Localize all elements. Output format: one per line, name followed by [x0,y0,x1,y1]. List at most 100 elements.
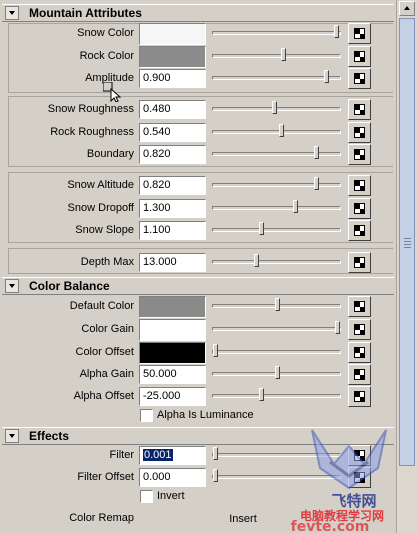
mouse-cursor-icon [103,82,121,102]
slider-thumb[interactable] [313,177,319,190]
filter-offset-field[interactable]: 0.000 [139,468,206,487]
amplitude-row: Amplitude 0.900 [0,68,396,90]
slider-thumb[interactable] [258,388,264,401]
alpha-is-luminance-checkbox[interactable] [140,409,153,422]
watermark-line1: 飞特网 [331,492,376,510]
boundary-map-button[interactable] [348,144,371,165]
snow-roughness-map-button[interactable] [348,99,371,120]
snow-dropoff-map-button[interactable] [348,198,371,219]
invert-checkbox[interactable] [140,490,153,503]
default-color-slider[interactable] [212,298,341,311]
snow-roughness-label: Snow Roughness [47,103,134,115]
invert-label[interactable]: Invert [157,490,185,502]
snow-altitude-slider[interactable] [212,177,341,190]
amplitude-slider[interactable] [212,70,341,83]
checker-map-icon [354,127,365,138]
slider-thumb[interactable] [213,344,218,357]
amplitude-map-button[interactable] [348,68,371,89]
site-watermark-logo: 飞特网 电脑教程学习网 fevte.com [291,429,387,532]
slider-thumb[interactable] [253,254,259,267]
slider-thumb[interactable] [274,298,280,311]
filter-field[interactable]: 0.001 [139,446,206,465]
slider-thumb[interactable] [280,48,286,61]
rock-roughness-slider[interactable] [212,124,341,137]
slider-thumb[interactable] [274,366,280,379]
rock-roughness-map-button[interactable] [348,122,371,143]
color-gain-map-button[interactable] [348,319,371,340]
color-gain-slider[interactable] [212,321,341,334]
default-color-swatch[interactable] [139,296,206,318]
depth-max-map-button[interactable] [348,252,371,273]
watermark-line3: fevte.com [291,519,370,532]
snow-slope-field[interactable]: 1.100 [139,221,206,240]
snow-altitude-field[interactable]: 0.820 [139,176,206,195]
alpha-offset-map-button[interactable] [348,386,371,407]
color-offset-swatch[interactable] [139,342,206,364]
slider-thumb[interactable] [334,321,340,334]
depth-max-slider[interactable] [212,254,341,267]
checker-map-icon [354,225,365,236]
snow-dropoff-slider[interactable] [212,200,341,213]
snow-slope-slider[interactable] [212,222,341,235]
default-color-map-button[interactable] [348,296,371,317]
rock-roughness-field[interactable]: 0.540 [139,123,206,142]
default-color-label: Default Color [69,300,134,312]
snow-altitude-map-button[interactable] [348,175,371,196]
color-gain-label: Color Gain [81,323,134,335]
rock-color-slider[interactable] [212,48,341,61]
scroll-up-arrow-icon[interactable] [399,1,415,16]
slider-thumb[interactable] [279,124,285,137]
collapse-arrow-icon[interactable] [5,429,19,443]
checker-map-icon [354,51,365,62]
checker-map-icon [354,347,365,358]
boundary-row: Boundary 0.820 [0,144,396,166]
alpha-gain-map-button[interactable] [348,364,371,385]
alpha-gain-label: Alpha Gain [79,368,134,380]
amplitude-field[interactable]: 0.900 [139,69,206,88]
rock-color-swatch[interactable] [139,46,206,68]
slider-thumb[interactable] [258,222,264,235]
checker-map-icon [354,180,365,191]
snow-color-map-button[interactable] [348,23,371,44]
slider-thumb[interactable] [272,101,278,114]
scrollbar-thumb[interactable] [399,18,415,466]
collapse-arrow-icon[interactable] [5,279,19,293]
depth-max-field[interactable]: 13.000 [139,253,206,272]
alpha-gain-field[interactable]: 50.000 [139,365,206,384]
snow-roughness-slider[interactable] [212,101,341,114]
rock-color-map-button[interactable] [348,46,371,67]
alpha-offset-field[interactable]: -25.000 [139,387,206,406]
boundary-field[interactable]: 0.820 [139,145,206,164]
alpha-gain-slider[interactable] [212,366,341,379]
alpha-is-luminance-label[interactable]: Alpha Is Luminance [157,409,254,421]
rock-color-row: Rock Color [0,46,396,68]
slider-thumb[interactable] [333,25,339,38]
slider-thumb[interactable] [213,469,218,482]
alpha-gain-row: Alpha Gain 50.000 [0,364,396,386]
section-mountain-attributes[interactable]: Mountain Attributes [2,4,394,22]
snow-dropoff-label: Snow Dropoff [67,202,134,214]
checker-map-icon [354,73,365,84]
snow-roughness-field[interactable]: 0.480 [139,100,206,119]
boundary-slider[interactable] [212,146,341,159]
snow-dropoff-field[interactable]: 1.300 [139,199,206,218]
snow-color-slider[interactable] [212,25,341,38]
slider-thumb[interactable] [292,200,298,213]
color-gain-row: Color Gain [0,319,396,341]
alpha-offset-slider[interactable] [212,388,341,401]
color-offset-map-button[interactable] [348,342,371,363]
color-offset-slider[interactable] [212,344,341,357]
checker-map-icon [354,104,365,115]
section-color-balance[interactable]: Color Balance [2,277,394,295]
slider-thumb[interactable] [213,447,218,460]
snow-color-swatch[interactable] [139,23,206,45]
color-gain-swatch[interactable] [139,319,206,341]
collapse-arrow-icon[interactable] [5,6,19,20]
snow-color-label: Snow Color [77,27,134,39]
default-color-row: Default Color [0,296,396,318]
slider-thumb[interactable] [313,146,319,159]
checker-map-icon [354,369,365,380]
slider-thumb[interactable] [323,70,329,83]
snow-slope-map-button[interactable] [348,220,371,241]
checker-map-icon [354,28,365,39]
